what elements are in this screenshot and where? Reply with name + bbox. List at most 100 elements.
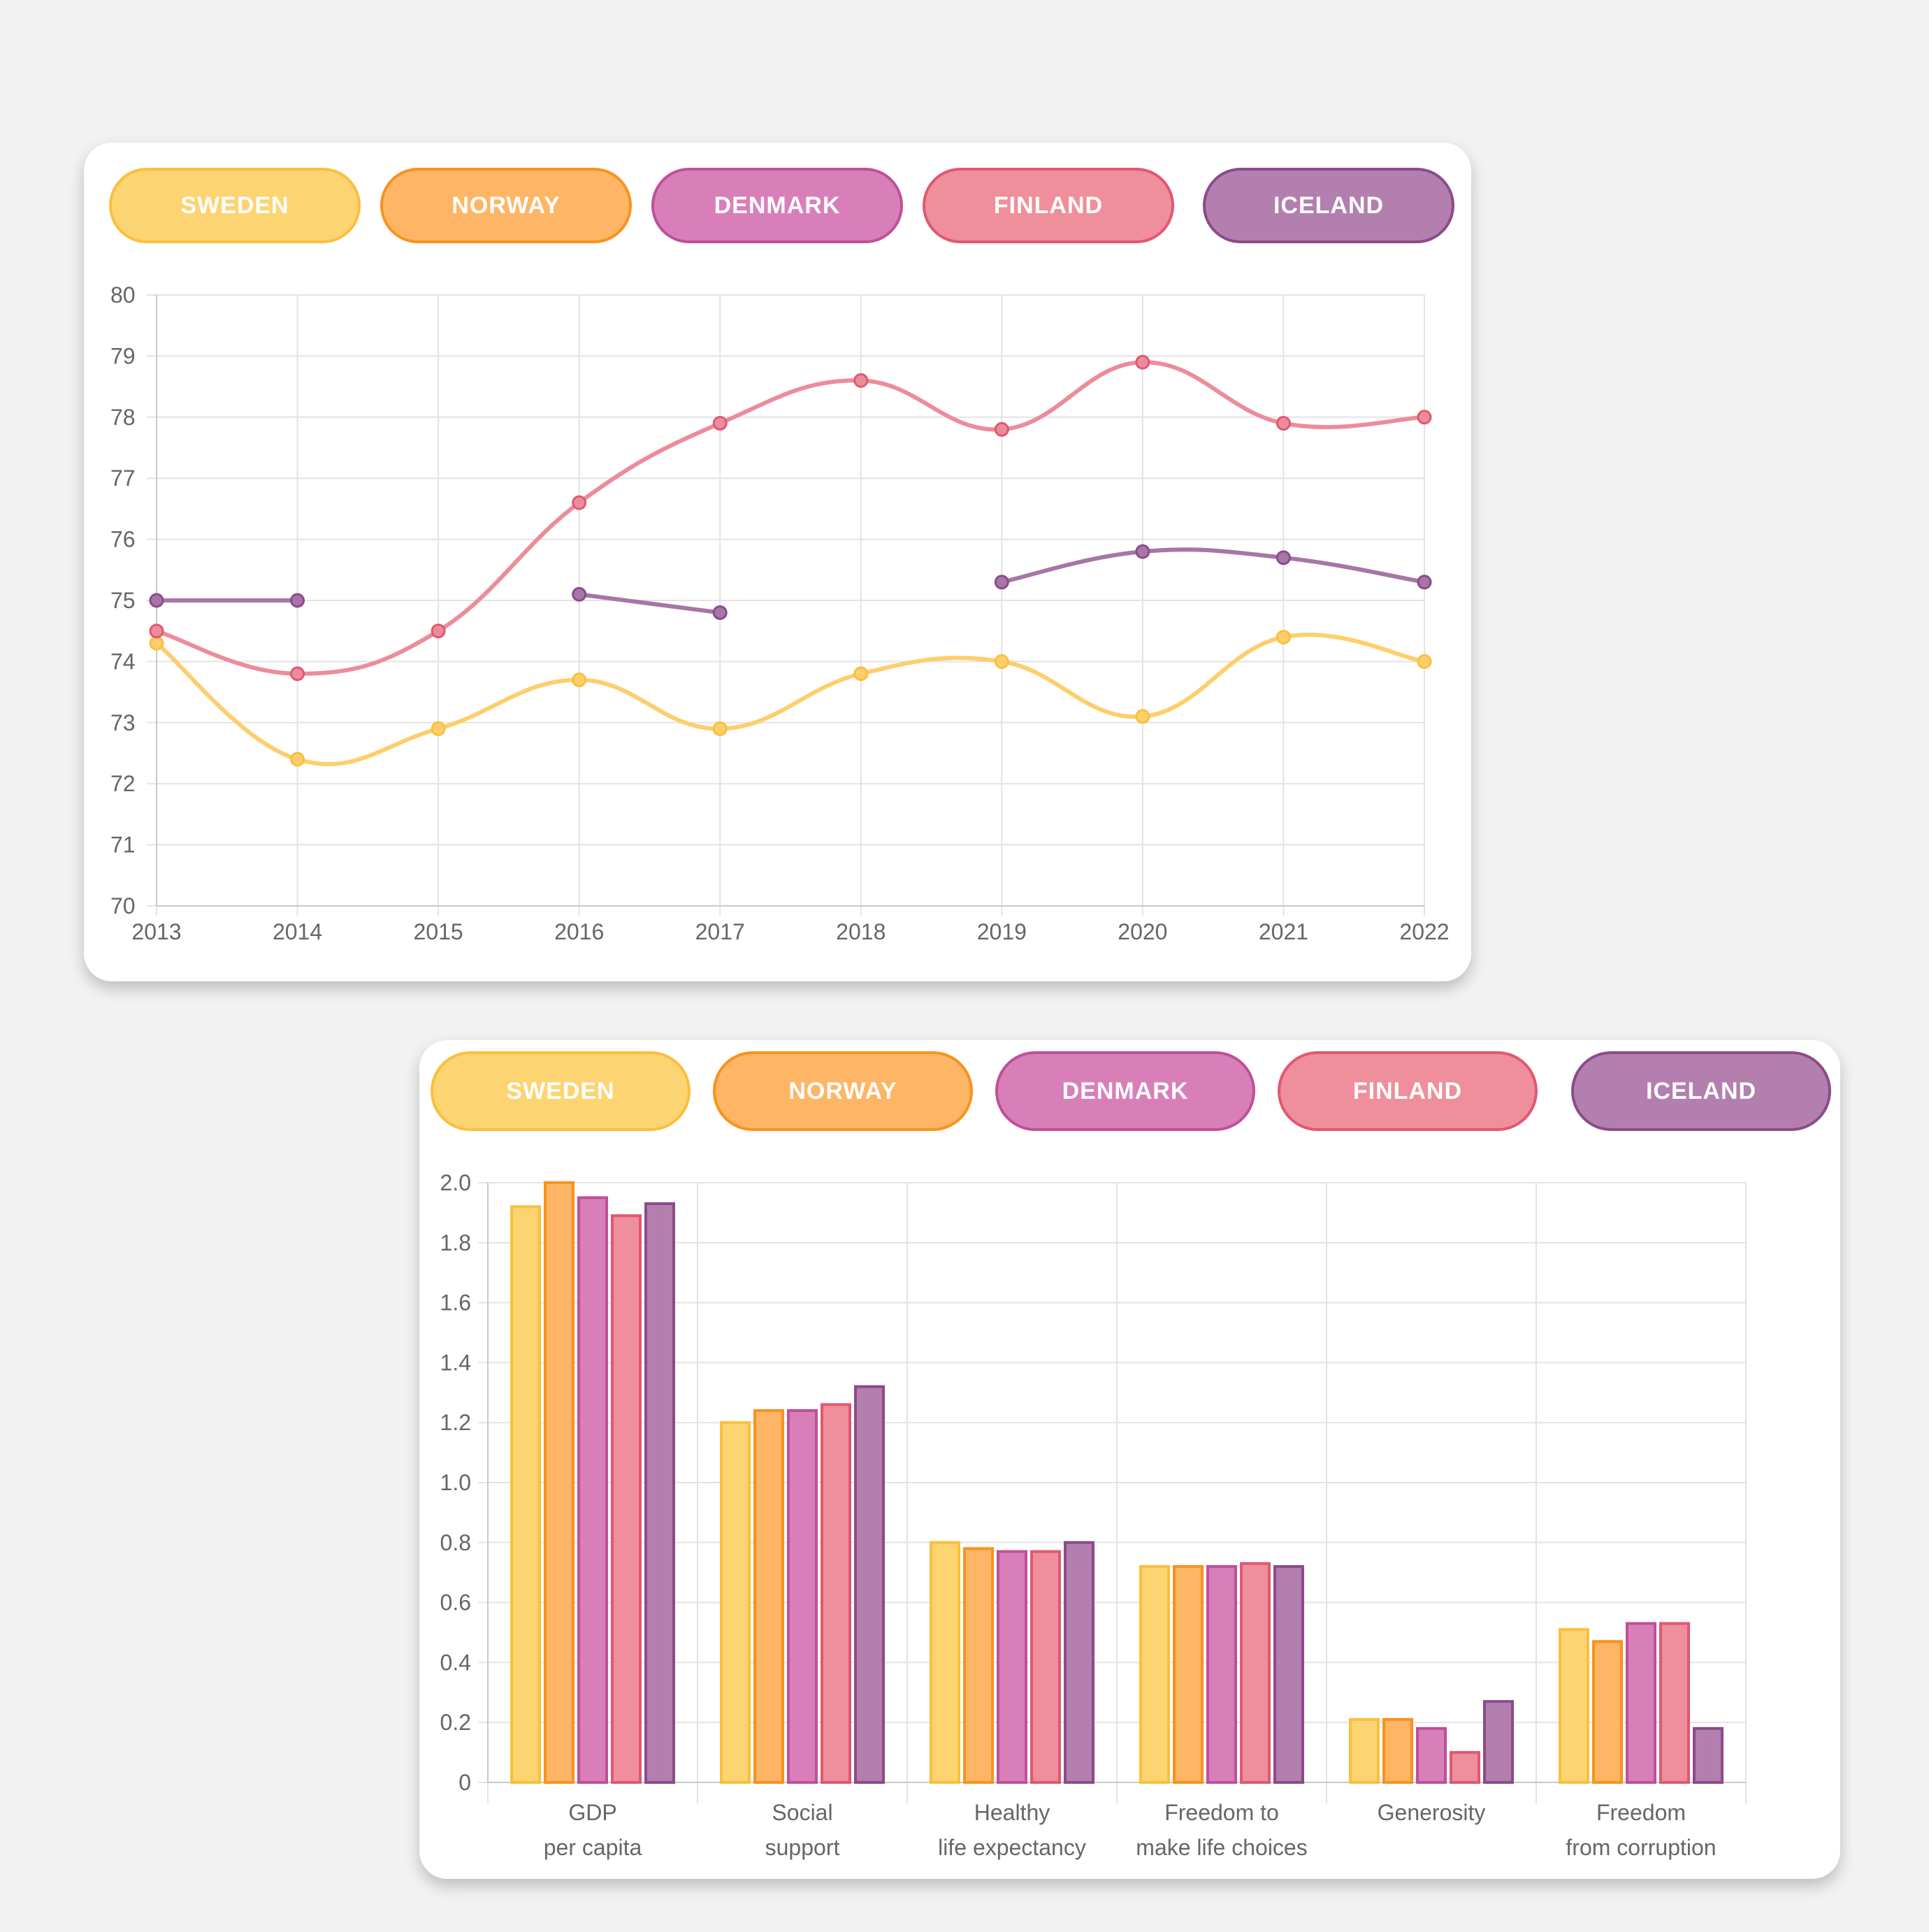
- bar-y-tick-label: 0.4: [440, 1650, 471, 1675]
- bar-y-tick-label: 1.4: [440, 1350, 471, 1375]
- bar-y-tick-label: 0.8: [440, 1530, 471, 1555]
- bar-x-category-label: support: [765, 1835, 840, 1860]
- bar-iceland-gdp-per-capita: [644, 1202, 675, 1784]
- bar-x-category-label: Social: [772, 1800, 832, 1825]
- line-y-tick-label: 79: [110, 343, 136, 368]
- bar-iceland-social-support: [854, 1385, 885, 1785]
- line-point-sweden: [712, 721, 728, 737]
- line-point-sweden: [1276, 629, 1291, 644]
- bar-y-tick-label: 1.2: [440, 1410, 471, 1435]
- line-y-tick-label: 75: [110, 588, 136, 613]
- bar-y-tick-label: 1.6: [440, 1290, 471, 1315]
- bar-sweden-freedom-from-corruption: [1559, 1628, 1589, 1785]
- bar-x-category-label: Freedom: [1596, 1800, 1686, 1825]
- line-series-finland: [149, 354, 1432, 682]
- line-point-sweden: [1135, 709, 1150, 724]
- bar-x-category-label: Healthy: [974, 1800, 1050, 1825]
- line-point-sweden: [290, 751, 305, 767]
- line-series-line-iceland: [999, 547, 1426, 584]
- bar-iceland-freedom-to-make-life-choices: [1273, 1565, 1304, 1784]
- line-y-tick-label: 78: [110, 405, 136, 430]
- line-point-finland: [431, 623, 446, 639]
- line-point-iceland: [290, 593, 305, 608]
- bar-finland-gdp-per-capita: [611, 1214, 642, 1784]
- line-y-tick-label: 71: [110, 832, 136, 858]
- line-point-iceland: [712, 605, 728, 620]
- bar-norway-generosity: [1382, 1717, 1413, 1784]
- line-y-tick-label: 73: [110, 710, 136, 735]
- bar-iceland-freedom-from-corruption: [1693, 1726, 1724, 1785]
- bar-iceland-generosity: [1483, 1700, 1514, 1784]
- bar-x-category-label: Generosity: [1378, 1800, 1486, 1825]
- bar-finland-social-support: [821, 1403, 851, 1784]
- line-x-tick-label: 2018: [836, 919, 886, 944]
- line-point-finland: [572, 495, 587, 510]
- bar-x-category-label: from corruption: [1566, 1835, 1716, 1860]
- bar-iceland-healthy-life-expectancy: [1064, 1541, 1094, 1784]
- bar-chart-card: SWEDEN NORWAY DENMARK FINLAND ICELAND 0 0.2 0.…: [419, 1040, 1840, 1879]
- line-y-tick-label: 77: [110, 466, 136, 491]
- line-point-finland: [149, 623, 164, 639]
- line-point-sweden: [1417, 654, 1432, 669]
- line-series-sweden: [149, 629, 1432, 767]
- bar-sweden-healthy-life-expectancy: [930, 1541, 960, 1784]
- line-series-line-iceland: [577, 592, 723, 615]
- line-point-finland: [1276, 416, 1291, 431]
- line-y-tick-label: 76: [110, 527, 136, 552]
- bar-denmark-freedom-to-make-life-choices: [1206, 1565, 1237, 1784]
- bar-sweden-gdp-per-capita: [510, 1205, 541, 1784]
- line-point-finland: [1417, 410, 1432, 425]
- line-chart: 70 71 72 73 74 75 76 77 78 79 80 2013 2014 2015 2016 20…: [110, 282, 1450, 944]
- line-point-finland: [712, 416, 728, 431]
- line-x-tick-label: 2020: [1118, 919, 1167, 944]
- line-point-iceland: [572, 586, 587, 602]
- bar-y-tick-label: 2.0: [440, 1170, 471, 1195]
- bar-denmark-gdp-per-capita: [577, 1196, 608, 1784]
- bar-finland-freedom-from-corruption: [1659, 1622, 1690, 1784]
- line-point-finland: [994, 421, 1009, 437]
- bar-finland-healthy-life-expectancy: [1030, 1550, 1061, 1784]
- bar-norway-healthy-life-expectancy: [963, 1547, 994, 1784]
- line-point-iceland: [1135, 544, 1150, 559]
- bar-denmark-generosity: [1416, 1726, 1447, 1785]
- bar-y-tick-label: 0.2: [440, 1710, 471, 1735]
- line-point-sweden: [149, 635, 164, 651]
- line-y-tick-label: 72: [110, 771, 136, 796]
- bar-y-tick-label: 0.6: [440, 1590, 471, 1615]
- bar-x-category-label: life expectancy: [938, 1835, 1086, 1860]
- bar-x-category-label: per capita: [544, 1835, 642, 1860]
- bar-finland-generosity: [1450, 1751, 1480, 1784]
- bar-y-tick-label: 1.8: [440, 1230, 471, 1255]
- bar-sweden-generosity: [1349, 1717, 1380, 1784]
- bar-x-category-label: Freedom to: [1164, 1800, 1279, 1825]
- bar-y-tick-label: 0: [458, 1770, 471, 1795]
- line-gridlines: [147, 294, 1425, 916]
- line-x-tick-label: 2013: [131, 919, 181, 944]
- bar-sweden-social-support: [720, 1421, 751, 1784]
- bar-norway-freedom-from-corruption: [1592, 1640, 1623, 1784]
- line-series-iceland: [149, 544, 1432, 620]
- line-series-line-sweden: [154, 633, 1426, 767]
- line-point-sweden: [994, 654, 1009, 669]
- line-chart-card: SWEDEN NORWAY DENMARK FINLAND ICELAND 70 71 72…: [84, 143, 1471, 981]
- line-point-iceland: [1417, 575, 1432, 590]
- line-point-iceland: [1276, 550, 1291, 565]
- line-x-tick-label: 2014: [273, 919, 322, 944]
- bar-denmark-healthy-life-expectancy: [997, 1550, 1027, 1784]
- line-series-line-finland: [154, 360, 1426, 676]
- line-point-finland: [1135, 354, 1150, 370]
- bar-chart: 0 0.2 0.4 0.6 0.8 1.0 1.2 1.4 1.6 1.8 2.0 GDP per ca…: [440, 1170, 1747, 1860]
- line-point-sweden: [853, 666, 869, 682]
- line-point-finland: [290, 666, 305, 682]
- line-x-tick-label: 2017: [695, 919, 745, 944]
- line-point-finland: [853, 373, 869, 388]
- bar-denmark-social-support: [787, 1409, 818, 1784]
- line-point-sweden: [572, 672, 587, 688]
- line-x-tick-label: 2016: [554, 919, 604, 944]
- bar-x-category-label: GDP: [568, 1800, 616, 1825]
- line-point-sweden: [431, 721, 446, 737]
- line-point-iceland: [994, 575, 1009, 590]
- line-x-tick-label: 2019: [977, 919, 1027, 944]
- line-y-tick-label: 74: [110, 649, 136, 674]
- bar-norway-freedom-to-make-life-choices: [1173, 1565, 1204, 1784]
